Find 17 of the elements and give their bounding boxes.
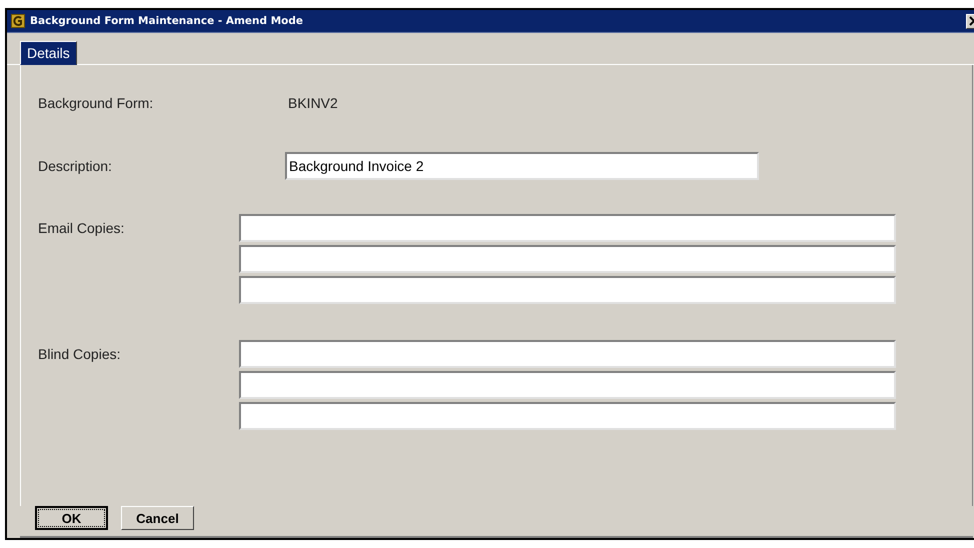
input-field[interactable]	[239, 340, 896, 368]
field-label: Email Copies:	[38, 220, 124, 236]
field-label: Blind Copies:	[38, 346, 120, 362]
input-field[interactable]	[239, 371, 896, 399]
input-field[interactable]	[239, 276, 896, 304]
field-value: BKINV2	[288, 95, 338, 111]
input-field[interactable]	[239, 245, 896, 273]
ok-button[interactable]: OK	[35, 506, 108, 530]
input-field[interactable]	[239, 402, 896, 430]
tab[interactable]: Details	[20, 41, 77, 65]
input-field[interactable]: Background Invoice 2	[285, 152, 759, 180]
cancel-button[interactable]: Cancel	[121, 506, 194, 530]
window-title: Background Form Maintenance - Amend Mode	[30, 15, 304, 27]
field-label: Description:	[38, 158, 112, 174]
field-label: Background Form:	[38, 95, 154, 111]
app-logo-icon	[11, 14, 25, 28]
input-field[interactable]	[239, 214, 896, 242]
